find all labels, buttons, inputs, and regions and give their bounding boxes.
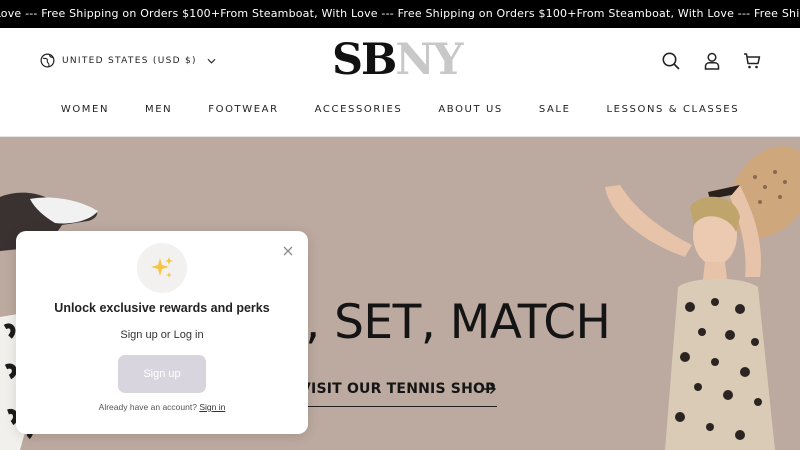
cart-icon[interactable] [742,51,762,71]
close-icon[interactable] [282,245,294,257]
logo-secondary-text: NY [395,35,463,85]
nav-item-women[interactable]: WOMEN [61,104,109,115]
nav-item-about-us[interactable]: ABOUT US [438,104,502,115]
main-nav: WOMEN MEN FOOTWEAR ACCESSORIES ABOUT US … [0,104,800,115]
announcement-text: ith Love --- Free Shipping on Orders $10… [0,7,800,20]
popup-footer: Already have an account? Sign in [16,402,308,412]
announcement-bar: ith Love --- Free Shipping on Orders $10… [0,0,800,28]
nav-item-men[interactable]: MEN [145,104,172,115]
hero-cta-label: VISIT OUR TENNIS SHOP [300,381,496,397]
popup-subtitle: Sign up or Log in [120,329,204,341]
nav-item-accessories[interactable]: ACCESSORIES [315,104,403,115]
nav-item-lessons-classes[interactable]: LESSONS & CLASSES [607,104,740,115]
sign-up-button[interactable]: Sign up [118,355,206,393]
arrow-right-icon [484,384,496,394]
account-icon[interactable] [702,51,722,71]
search-icon[interactable] [661,51,681,71]
site-header: UNITED STATES (USD $) SB NY WOMEN MEN FOO… [0,28,800,137]
hero-headline: E, SET, MATCH [276,295,611,350]
hero-model-right-image [605,146,800,450]
popup-title: Unlock exclusive rewards and perks [54,301,270,315]
logo[interactable]: SB NY [332,35,463,85]
popup-footer-text: Already have an account? [98,402,197,412]
rewards-badge [137,243,187,293]
nav-item-sale[interactable]: SALE [539,104,571,115]
rewards-popup: Unlock exclusive rewards and perks Sign … [16,231,308,434]
sparkles-icon [151,257,173,278]
visit-tennis-shop-link[interactable]: VISIT OUR TENNIS SHOP [300,379,497,407]
logo-primary-text: SB [332,35,397,85]
nav-item-footwear[interactable]: FOOTWEAR [208,104,278,115]
sign-in-link[interactable]: Sign in [199,402,225,412]
globe-icon [40,53,55,68]
country-selector[interactable]: UNITED STATES (USD $) [40,53,216,68]
country-label: UNITED STATES (USD $) [62,55,197,66]
chevron-down-icon [207,58,216,64]
